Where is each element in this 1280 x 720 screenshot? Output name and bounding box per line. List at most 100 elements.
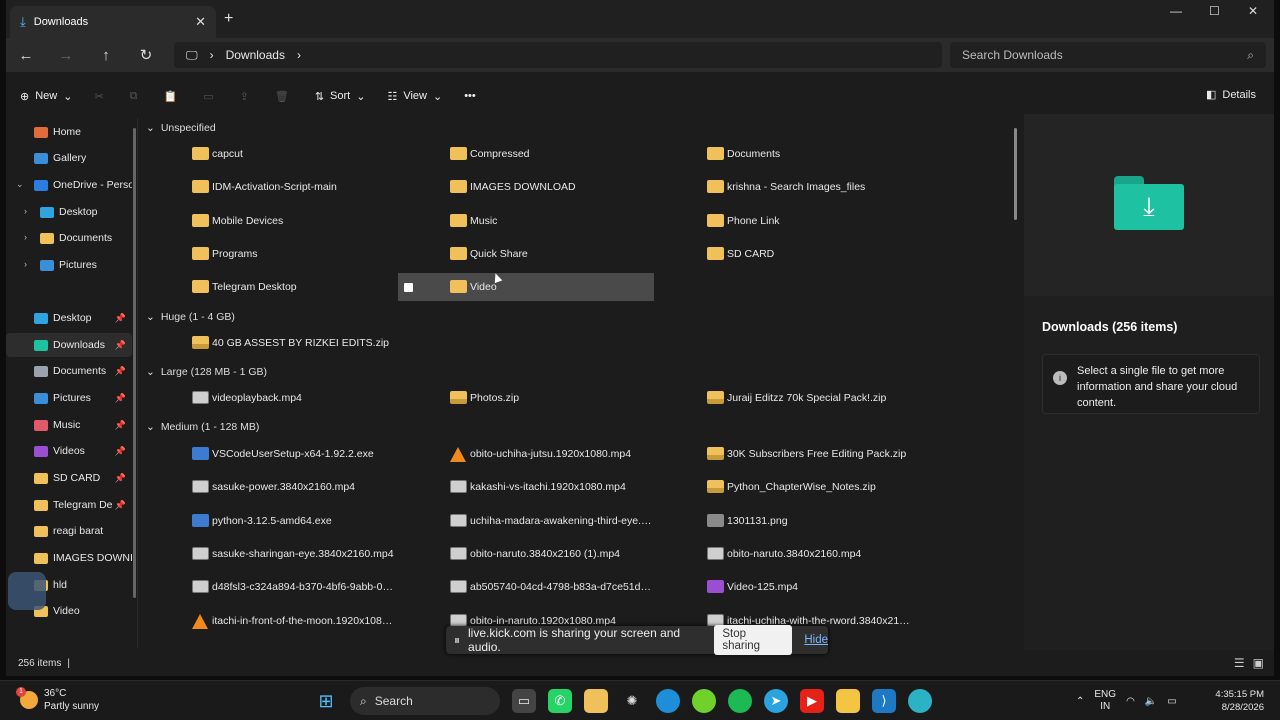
taskbar-search[interactable]: ⌕ Search [350, 687, 500, 715]
group-header[interactable]: ⌄ Unspecified [146, 122, 216, 134]
tab-close-button[interactable]: ✕ [195, 14, 206, 30]
chevron-up-icon[interactable]: ⌃ [1076, 696, 1084, 707]
sidebar-scrollbar[interactable] [133, 128, 136, 598]
view-button[interactable]: ☷ View ⌄ [387, 90, 442, 103]
tab-downloads[interactable]: ⤓ Downloads ✕ [10, 6, 216, 38]
file-item[interactable]: Quick Share [398, 240, 654, 268]
sidebar-item[interactable]: Desktop 📌 [6, 306, 132, 330]
maximize-button[interactable]: ☐ [1209, 4, 1220, 18]
stop-sharing-button[interactable]: Stop sharing [714, 625, 793, 655]
group-header[interactable]: ⌄ Huge (1 - 4 GB) [146, 311, 235, 323]
volume-icon[interactable]: 🔈 [1145, 696, 1157, 707]
sidebar-item[interactable]: Pictures 📌 [6, 386, 132, 410]
cut-icon[interactable]: ✂ [94, 90, 103, 103]
pause-icon[interactable]: ⏸ [454, 633, 460, 648]
vscode-icon[interactable]: ⟩ [872, 689, 896, 713]
selection-checkbox[interactable] [404, 283, 413, 293]
sidebar-item[interactable]: reagi barat [6, 519, 132, 543]
sidebar-item[interactable]: Home [6, 120, 132, 144]
sidebar-item[interactable]: Documents 📌 [6, 359, 132, 383]
file-item[interactable]: sasuke-power.3840x2160.mp4 [140, 473, 396, 501]
sidebar-item[interactable]: Gallery [6, 146, 132, 170]
battery-icon[interactable]: ▭ [1167, 696, 1176, 707]
file-item[interactable]: uchiha-madara-awakening-third-eye.384... [398, 507, 654, 535]
refresh-icon[interactable]: ↻ [126, 46, 166, 64]
up-arrow-icon[interactable]: ↑ [86, 47, 126, 64]
file-item[interactable]: ab505740-04cd-4798-b83a-d7ce51d5b27... [398, 573, 654, 601]
content-scrollbar[interactable] [1014, 128, 1017, 220]
sort-button[interactable]: ⇅ Sort ⌄ [315, 90, 366, 103]
file-item[interactable]: obito-naruto.3840x2160 (1).mp4 [398, 540, 654, 568]
file-item[interactable]: Compressed [398, 140, 654, 168]
file-item[interactable]: Telegram Desktop [140, 273, 396, 301]
file-item[interactable]: Phone Link [655, 207, 911, 235]
minimize-button[interactable]: — [1170, 4, 1182, 18]
file-item[interactable]: d48fsl3-c324a894-b370-4bf6-9abb-0ca41... [140, 573, 396, 601]
sidebar-item[interactable]: Desktop [6, 200, 132, 224]
sidebar-item[interactable]: IMAGES DOWNI [6, 546, 132, 570]
weather-widget[interactable]: 1 36°C Partly sunny [16, 687, 99, 713]
spotify-icon[interactable] [728, 689, 752, 713]
sidebar-item[interactable]: OneDrive - Perso [6, 173, 132, 197]
sidebar-item[interactable]: SD CARD 📌 [6, 466, 132, 490]
store-icon[interactable] [836, 689, 860, 713]
sidebar-item[interactable]: Music 📌 [6, 413, 132, 437]
file-explorer-icon[interactable] [584, 689, 608, 713]
file-item[interactable]: obito-uchiha-jutsu.1920x1080.mp4 [398, 440, 654, 468]
file-item[interactable]: Juraij Editzz 70k Special Pack!.zip [655, 384, 911, 412]
sidebar-item[interactable]: Pictures [6, 253, 132, 277]
back-arrow-icon[interactable]: ← [6, 47, 46, 64]
close-button[interactable]: ✕ [1248, 4, 1258, 18]
file-item[interactable]: Mobile Devices [140, 207, 396, 235]
new-tab-button[interactable]: + [224, 10, 233, 28]
file-item[interactable]: videoplayback.mp4 [140, 384, 396, 412]
file-item[interactable]: Music [398, 207, 654, 235]
file-item[interactable]: kakashi-vs-itachi.1920x1080.mp4 [398, 473, 654, 501]
details-view-icon[interactable]: ☰ [1234, 656, 1245, 670]
whatsapp-icon[interactable]: ✆ [548, 689, 572, 713]
wifi-icon[interactable]: ◠ [1126, 696, 1135, 707]
windows-start-icon[interactable]: ⊞ [314, 689, 338, 713]
edge-beta-icon[interactable] [656, 689, 680, 713]
sidebar-item[interactable]: Videos 📌 [6, 439, 132, 463]
telegram-icon[interactable]: ➤ [764, 689, 788, 713]
tiles-view-icon[interactable]: ▣ [1253, 656, 1264, 670]
details-button[interactable]: ◧ Details [1206, 88, 1256, 102]
sidebar-item[interactable]: Telegram De 📌 [6, 493, 132, 517]
paste-icon[interactable]: 📋 [164, 90, 178, 103]
group-header[interactable]: ⌄ Medium (1 - 128 MB) [146, 421, 259, 433]
forward-arrow-icon[interactable]: → [46, 47, 86, 64]
file-item[interactable]: IMAGES DOWNLOAD [398, 173, 654, 201]
file-item[interactable]: VSCodeUserSetup-x64-1.92.2.exe [140, 440, 396, 468]
language-indicator[interactable]: ENG IN [1094, 689, 1116, 713]
clock[interactable]: 4:35:15 PM 8/28/2026 [1208, 688, 1264, 714]
file-item[interactable]: Documents [655, 140, 911, 168]
share-icon[interactable]: ⇪ [240, 90, 249, 103]
hide-button[interactable]: Hide [804, 634, 828, 646]
file-item[interactable]: Photos.zip [398, 384, 654, 412]
copy-icon[interactable]: ⧉ [130, 90, 138, 103]
address-bar[interactable]: 🖵 › Downloads › [174, 42, 942, 68]
sidebar-item[interactable]: Downloads 📌 [6, 333, 132, 357]
breadcrumb-downloads[interactable]: Downloads [226, 48, 285, 62]
file-item[interactable]: SD CARD [655, 240, 911, 268]
edge-icon[interactable] [908, 689, 932, 713]
file-item[interactable]: krishna - Search Images_files [655, 173, 911, 201]
search-input[interactable]: Search Downloads ⌕ [950, 42, 1266, 68]
file-item[interactable]: Video [398, 273, 654, 302]
file-item[interactable]: itachi-in-front-of-the-moon.1920x1080.m.… [140, 607, 396, 635]
rename-icon[interactable]: ▭ [203, 90, 213, 103]
file-item[interactable]: python-3.12.5-amd64.exe [140, 507, 396, 535]
delete-icon[interactable]: 🗑 [275, 90, 289, 103]
file-item[interactable]: 1301131.png [655, 507, 911, 535]
file-item[interactable]: Python_ChapterWise_Notes.zip [655, 473, 911, 501]
file-item[interactable]: obito-naruto.3840x2160.mp4 [655, 540, 911, 568]
group-header[interactable]: ⌄ Large (128 MB - 1 GB) [146, 366, 267, 378]
youtube-icon[interactable]: ▶ [800, 689, 824, 713]
game-icon[interactable] [692, 689, 716, 713]
new-button[interactable]: ⊕ New ⌄ [20, 90, 72, 103]
task-view-icon[interactable]: ▭ [512, 689, 536, 713]
file-item[interactable]: capcut [140, 140, 396, 168]
file-item[interactable]: 40 GB ASSEST BY RIZKEI EDITS.zip [140, 329, 396, 357]
sidebar-item[interactable]: Documents [6, 226, 132, 250]
